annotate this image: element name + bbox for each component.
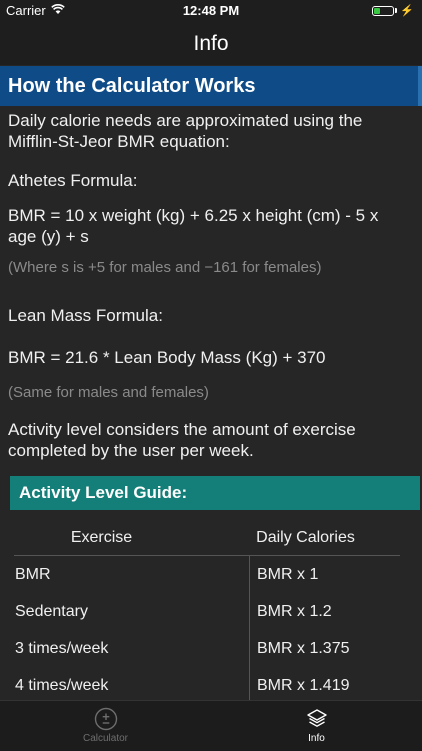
plus-minus-icon bbox=[94, 707, 117, 731]
exercise-cell: BMR bbox=[15, 566, 51, 583]
battery-icon bbox=[372, 5, 395, 16]
tab-bar: Calculator Info bbox=[0, 700, 422, 751]
lean-formula: BMR = 21.6 * Lean Body Mass (Kg) + 370 bbox=[8, 348, 326, 367]
tab-calculator[interactable]: Calculator bbox=[0, 701, 211, 751]
layers-icon bbox=[306, 709, 327, 727]
lean-heading: Lean Mass Formula: bbox=[8, 306, 163, 325]
athletes-heading: Athetes Formula: bbox=[8, 171, 138, 190]
table-row: Sedentary BMR x 1.2 bbox=[14, 593, 400, 630]
page-title: Info bbox=[193, 32, 229, 55]
activity-guide-header: Activity Level Guide: bbox=[10, 476, 420, 510]
athletes-note: (Where s is +5 for males and −161 for fe… bbox=[8, 259, 322, 276]
intro-text: Daily calorie needs are approximated usi… bbox=[8, 111, 363, 151]
column-header-exercise: Exercise bbox=[70, 529, 133, 546]
table-row: 4 times/week BMR x 1.419 bbox=[14, 667, 400, 704]
nav-bar: Info bbox=[0, 22, 422, 65]
exercise-cell: Sedentary bbox=[15, 603, 88, 620]
column-header-daily-calories: Daily Calories bbox=[256, 529, 355, 546]
tab-info-label: Info bbox=[308, 733, 325, 744]
status-bar: Carrier 12:48 PM ⚡ bbox=[0, 0, 422, 22]
calories-cell: BMR x 1.419 bbox=[249, 667, 400, 704]
tab-info[interactable]: Info bbox=[211, 701, 422, 751]
exercise-cell: 3 times/week bbox=[15, 640, 109, 657]
exercise-cell: 4 times/week bbox=[15, 677, 109, 694]
activity-text: Activity level considers the amount of e… bbox=[8, 420, 356, 460]
section-header: How the Calculator Works bbox=[0, 66, 422, 106]
lean-note: (Same for males and females) bbox=[8, 384, 209, 401]
table-row: BMR BMR x 1 bbox=[14, 556, 400, 593]
table-header: Exercise Daily Calories bbox=[14, 520, 400, 556]
activity-table: Exercise Daily Calories BMR BMR x 1 Sede… bbox=[14, 520, 400, 704]
calories-cell: BMR x 1.2 bbox=[249, 593, 400, 630]
calories-cell: BMR x 1.375 bbox=[249, 630, 400, 667]
tab-calculator-label: Calculator bbox=[82, 733, 129, 744]
status-time: 12:48 PM bbox=[182, 3, 240, 18]
athletes-formula: BMR = 10 x weight (kg) + 6.25 x height (… bbox=[8, 206, 379, 246]
calories-cell: BMR x 1 bbox=[249, 556, 400, 593]
charging-icon: ⚡ bbox=[400, 5, 414, 17]
table-row: 3 times/week BMR x 1.375 bbox=[14, 630, 400, 667]
